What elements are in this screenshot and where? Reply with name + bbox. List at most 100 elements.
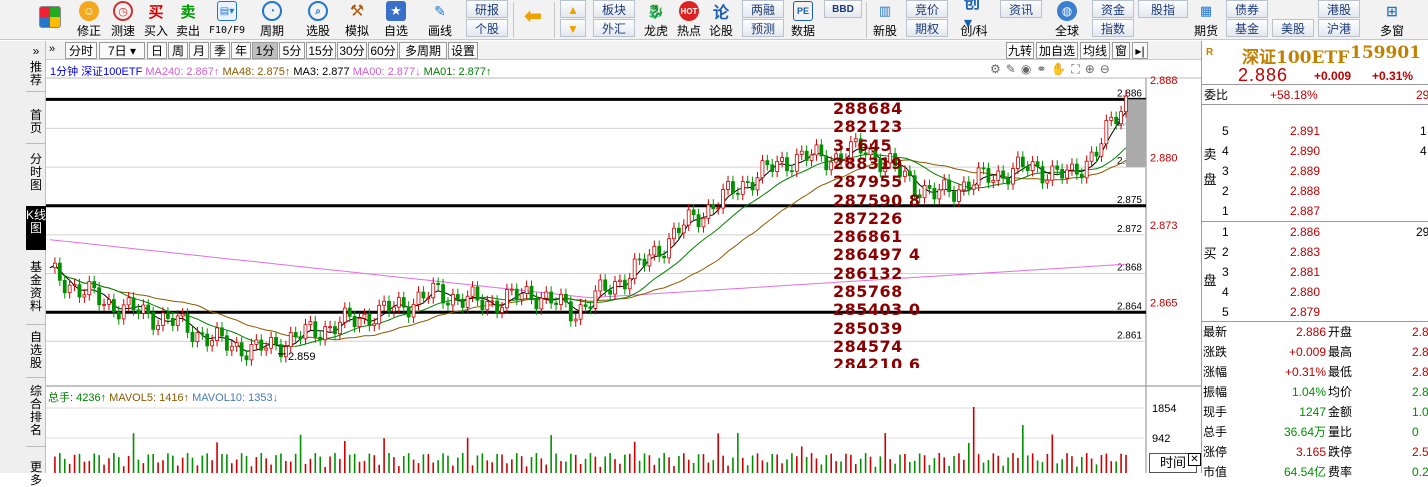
price-axis-label: 2.861 — [1117, 330, 1142, 341]
forex-button[interactable]: 外汇 — [593, 19, 635, 37]
double-arrow-icon[interactable]: » — [49, 43, 55, 55]
sell-order-row[interactable]: 1 2.887 — [1202, 201, 1428, 221]
fix-button[interactable]: ☺ 修正 — [74, 0, 104, 40]
bond-button[interactable]: 债券 — [1226, 0, 1268, 18]
period-btn-1min[interactable]: 1分 — [252, 42, 278, 59]
fund-button[interactable]: 基金 — [1226, 19, 1268, 37]
collapse-icon[interactable]: » — [26, 44, 46, 58]
ma-lines-button[interactable]: 均线 — [1080, 42, 1110, 59]
period-btn-15min[interactable]: 15分 — [306, 42, 336, 59]
windows-logo-button[interactable] — [36, 0, 64, 40]
data-button[interactable]: PE 数据 — [788, 0, 818, 40]
global-button[interactable]: ◍ 全球 — [1046, 0, 1088, 40]
auction-button[interactable]: 竞价 — [906, 0, 948, 18]
options-button[interactable]: 期权 — [906, 19, 948, 37]
stat-value-2: 2.8 — [1412, 325, 1428, 339]
period-btn-intraday[interactable]: 分时 — [65, 42, 97, 59]
sell-order-row[interactable]: 2 2.888 — [1202, 181, 1428, 201]
period-button[interactable]: ◔ 周期 — [254, 0, 290, 40]
futures-button[interactable]: ▦ 期货 — [1192, 0, 1220, 40]
expand-panel-icon[interactable]: ▸| — [1132, 42, 1148, 59]
simulate-button[interactable]: ⚒ 模拟 — [342, 0, 372, 40]
price-change-pct: +0.31% — [1372, 69, 1414, 83]
period-btn-day[interactable]: 日 — [147, 42, 167, 59]
candle-body — [1016, 156, 1020, 169]
arrow-up-button[interactable]: ▲ — [560, 0, 586, 18]
index-button[interactable]: 指数 — [1092, 19, 1134, 37]
stock-picker-button[interactable]: ⌕ 选股 — [300, 0, 336, 40]
price-axis-label: 2.875 — [1117, 195, 1142, 206]
bbd-button[interactable]: BBD — [824, 0, 862, 18]
add-watchlist-button[interactable]: 加自选 — [1036, 42, 1078, 59]
candle-body — [996, 170, 1001, 181]
hot-topics-button[interactable]: HOT 热点 — [674, 0, 704, 40]
tab-watchlist[interactable]: 自选股 — [26, 331, 46, 370]
candle-body — [116, 311, 121, 320]
arrow-down-button[interactable]: ▼ — [560, 19, 586, 37]
period-btn-5min[interactable]: 5分 — [279, 42, 305, 59]
period-btn-quarter[interactable]: 季 — [210, 42, 230, 59]
hk-connect-button[interactable]: 沪港 — [1318, 19, 1360, 37]
f10-button[interactable]: ▤▾ F10/F9 — [206, 0, 248, 40]
tab-more[interactable]: 更多 — [26, 461, 46, 487]
stock-index-button[interactable]: 股指 — [1138, 0, 1188, 18]
sell-order-row[interactable]: 3 2.889 — [1202, 161, 1428, 181]
stat-value-2: 0.2 — [1412, 465, 1428, 479]
research-report-button[interactable]: 研报 — [466, 0, 508, 18]
buy-order-row[interactable]: 4 2.880 — [1202, 282, 1428, 302]
kline-chart[interactable]: 1分钟 深证100ETF MA240: 2.867↑ MA48: 2.875↑ … — [46, 60, 1201, 473]
nine-turn-button[interactable]: 九转 — [1006, 42, 1034, 59]
us-stock-button[interactable]: 美股 — [1272, 19, 1314, 37]
order-level: 4 — [1222, 285, 1229, 299]
close-icon[interactable]: ✕ — [1188, 453, 1201, 466]
news-button[interactable]: 资讯 — [1000, 0, 1042, 18]
tab-home[interactable]: 首页 — [26, 109, 46, 135]
tab-kline[interactable]: K线图 — [26, 206, 46, 250]
period-btn-month[interactable]: 月 — [189, 42, 209, 59]
watchlist-button[interactable]: ★ 自选 — [378, 0, 414, 40]
candle-body — [775, 161, 780, 172]
draw-line-button[interactable]: ✎ 画线 — [422, 0, 458, 40]
sell-order-row[interactable]: 5 2.891 1 — [1202, 121, 1428, 141]
forum-button[interactable]: 论 论股 — [706, 0, 736, 40]
margin-trading-button[interactable]: 两融 — [742, 0, 784, 18]
individual-stock-button[interactable]: 个股 — [466, 19, 508, 37]
period-btn-year[interactable]: 年 — [231, 42, 251, 59]
window-button[interactable]: 窗 — [1112, 42, 1130, 59]
candle-body — [814, 144, 819, 156]
tab-timeshare[interactable]: 分时图 — [26, 153, 46, 192]
dragon-tiger-button[interactable]: 🐉 龙虎 — [640, 0, 672, 40]
tab-recommend[interactable]: 推荐 — [26, 61, 46, 87]
candle-body — [534, 298, 539, 310]
period-btn-week[interactable]: 周 — [168, 42, 188, 59]
candle-body — [1109, 116, 1114, 121]
sector-button[interactable]: 板块 — [593, 0, 635, 18]
funds-flow-button[interactable]: 资金 — [1092, 0, 1134, 18]
sell-button[interactable]: 卖 卖出 — [173, 0, 203, 40]
tab-ranking[interactable]: 综合排名 — [26, 385, 46, 437]
period-btn-7day[interactable]: 7日 ▾ — [99, 42, 145, 59]
period-btn-60min[interactable]: 60分 — [368, 42, 398, 59]
period-btn-settings[interactable]: 设置 — [448, 42, 478, 59]
buy-order-row[interactable]: 5 2.879 — [1202, 302, 1428, 322]
buy-order-row[interactable]: 2 2.883 — [1202, 242, 1428, 262]
chinext-star-button[interactable]: 创▾ 创/科 — [954, 0, 994, 40]
tab-divider — [26, 143, 46, 144]
stat-value: 2.886 — [1295, 325, 1326, 339]
forecast-button[interactable]: 预测 — [742, 19, 784, 37]
period-btn-multi[interactable]: 多周期 — [399, 42, 447, 59]
stat-row: 振幅 1.04% 均价 2.8 — [1202, 382, 1428, 402]
multi-window-button[interactable]: ⊞ 多窗 — [1372, 0, 1412, 40]
speed-test-button[interactable]: ◷ 测速 — [108, 0, 138, 40]
hk-stock-button[interactable]: 港股 — [1318, 0, 1360, 18]
buy-button[interactable]: 买 买入 — [141, 0, 171, 40]
buy-order-row[interactable]: 1 2.886 29 — [1202, 222, 1428, 242]
back-button[interactable]: ⬅ — [518, 0, 548, 40]
period-btn-30min[interactable]: 30分 — [337, 42, 367, 59]
tab-fund-info[interactable]: 基金资料 — [26, 261, 46, 313]
simulate-label: 模拟 — [344, 24, 369, 38]
sell-order-row[interactable]: 4 2.890 4 — [1202, 141, 1428, 161]
candle-body — [1050, 165, 1055, 181]
new-stock-button[interactable]: ▥ 新股 — [870, 0, 900, 40]
buy-order-row[interactable]: 3 2.881 — [1202, 262, 1428, 282]
